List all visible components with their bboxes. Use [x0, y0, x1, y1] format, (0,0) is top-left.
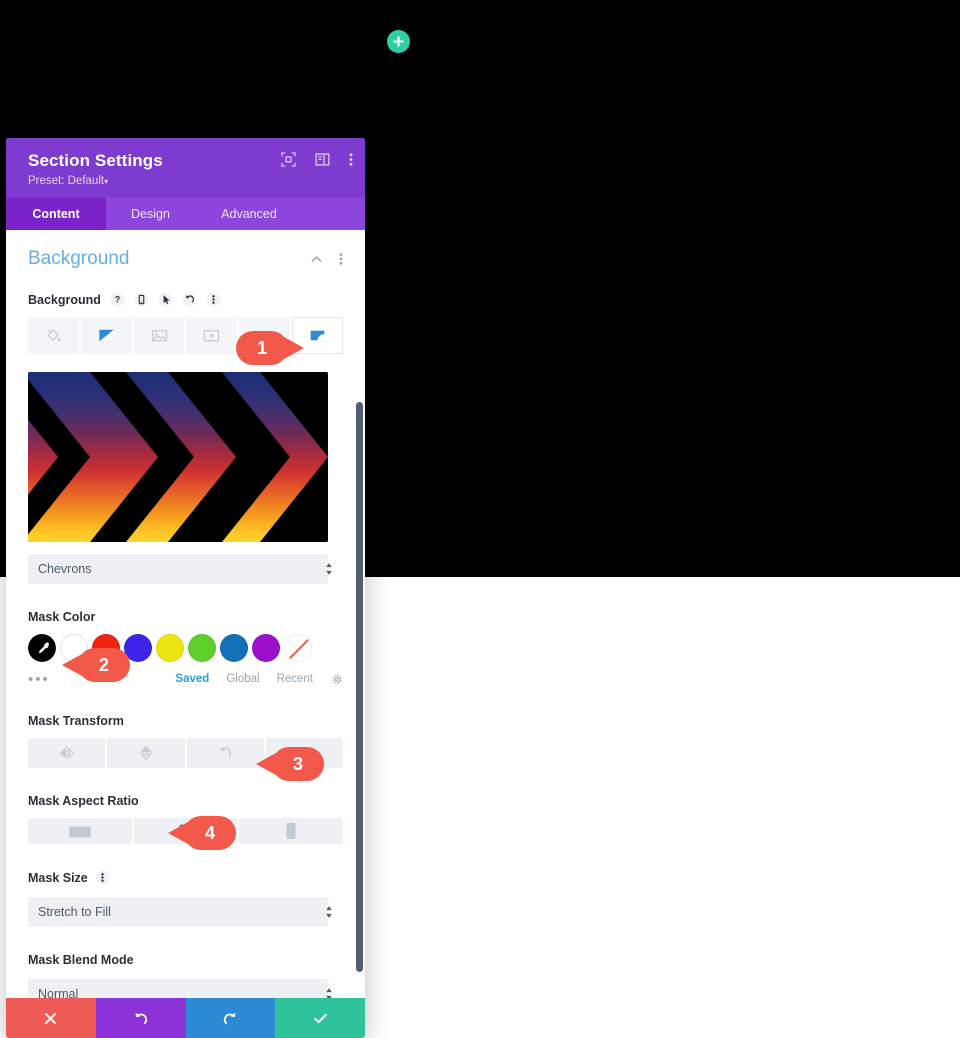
undo-icon	[135, 1011, 148, 1024]
mask-transform-flip-vertical-button[interactable]	[107, 738, 185, 768]
mask-transform-flip-horizontal-button[interactable]	[28, 738, 106, 768]
swatch-blue[interactable]	[220, 634, 248, 662]
chevron-up-icon[interactable]	[310, 253, 323, 266]
mask-color-swatches	[26, 632, 343, 664]
color-link-global[interactable]: Global	[226, 673, 259, 685]
aspect-ratio-square-button[interactable]	[133, 818, 238, 844]
check-icon	[313, 1013, 327, 1023]
reset-icon[interactable]	[182, 292, 197, 307]
aspect-ratio-portrait-button[interactable]	[239, 818, 344, 844]
bg-type-image-button[interactable]	[133, 317, 185, 354]
background-section-title: Background	[28, 248, 130, 269]
redo-icon	[223, 1011, 236, 1024]
bg-type-mask-button[interactable]	[292, 317, 343, 354]
color-link-recent[interactable]: Recent	[277, 673, 313, 685]
mask-pattern-select-wrap: Chevrons	[28, 554, 343, 584]
panel-tabs: Content Design Advanced	[6, 198, 365, 230]
preset-label: Preset: Default	[28, 175, 105, 187]
mask-size-label-text: Mask Size	[28, 870, 88, 885]
mask-color-label-text: Mask Color	[28, 610, 96, 624]
swatch-custom-color[interactable]	[26, 632, 58, 664]
mask-blend-mode-label-text: Mask Blend Mode	[28, 953, 134, 967]
mask-blend-mode-label: Mask Blend Mode	[28, 953, 343, 967]
landscape-icon	[68, 826, 91, 838]
bg-type-video-button[interactable]	[186, 317, 238, 354]
add-section-button[interactable]	[387, 30, 410, 53]
mask-color-sub-row: ••• Saved Global Recent	[28, 670, 343, 688]
mask-color-label: Mask Color	[28, 610, 343, 624]
device-icon[interactable]	[134, 292, 149, 307]
mask-blend-mode-select[interactable]: Normal	[28, 979, 328, 998]
cursor-icon[interactable]	[158, 292, 173, 307]
tab-advanced[interactable]: Advanced	[195, 198, 303, 230]
layout-toggle-icon[interactable]	[315, 152, 330, 167]
more-options-icon[interactable]	[349, 152, 353, 167]
panel-scrollbar[interactable]	[356, 402, 363, 972]
mask-transform-label: Mask Transform	[28, 714, 343, 728]
swatch-purple[interactable]	[252, 634, 280, 662]
swatch-yellow[interactable]	[156, 634, 184, 662]
mask-size-label: Mask Size	[28, 870, 343, 885]
panel-scroll-content: Background Background ? Chevrons Mask Co…	[6, 230, 365, 998]
background-type-buttons	[28, 317, 343, 354]
background-section-header[interactable]: Background	[28, 248, 343, 270]
panel-header: Section Settings Preset: Default▾	[6, 138, 365, 198]
field-more-options-icon[interactable]	[206, 292, 221, 307]
square-icon	[179, 824, 192, 838]
preset-caret-icon: ▾	[104, 177, 109, 186]
help-icon[interactable]: ?	[110, 292, 125, 307]
swatch-blue-violet[interactable]	[124, 634, 152, 662]
swatch-red[interactable]	[92, 634, 120, 662]
panel-header-icons	[281, 152, 353, 167]
mask-transform-label-text: Mask Transform	[28, 714, 124, 728]
mask-blend-mode-select-wrap: Normal	[28, 979, 343, 998]
mask-size-select-wrap: Stretch to Fill	[28, 897, 343, 927]
swatch-green[interactable]	[188, 634, 216, 662]
preview-chevron-overlay	[28, 372, 328, 542]
background-field-label: Background	[28, 292, 101, 307]
tab-design[interactable]: Design	[106, 198, 195, 230]
swatch-white[interactable]	[60, 634, 88, 662]
swatch-more-dots[interactable]: •••	[28, 671, 175, 688]
color-link-saved[interactable]: Saved	[175, 673, 209, 685]
bg-type-pattern-button[interactable]	[239, 317, 291, 354]
bg-type-gradient-button[interactable]	[80, 317, 132, 354]
mask-size-more-options-icon[interactable]	[95, 870, 110, 885]
bg-type-color-button[interactable]	[28, 317, 79, 354]
expand-icon[interactable]	[281, 152, 296, 167]
gear-icon[interactable]	[330, 673, 343, 686]
swatch-transparent[interactable]	[284, 634, 312, 662]
mask-transform-rotate-button[interactable]	[186, 738, 264, 768]
mask-preview-thumbnail	[28, 372, 328, 542]
svg-text:?: ?	[115, 295, 120, 305]
panel-action-bar	[6, 998, 365, 1038]
mask-transform-invert-button[interactable]	[265, 738, 343, 768]
plus-icon	[393, 36, 404, 47]
aspect-ratio-landscape-button[interactable]	[28, 818, 132, 844]
panel-body: Background Background ? Chevrons Mask Co…	[6, 230, 365, 998]
close-icon	[45, 1012, 57, 1024]
panel-preset[interactable]: Preset: Default▾	[28, 175, 349, 187]
mask-transform-buttons	[28, 738, 343, 768]
section-settings-panel: Section Settings Preset: Default▾ Conten…	[6, 138, 365, 1038]
eyedropper-icon	[38, 641, 49, 653]
cancel-button[interactable]	[6, 998, 96, 1038]
section-more-options-icon[interactable]	[339, 252, 343, 266]
background-field-label-row: Background ?	[28, 292, 343, 307]
tab-content[interactable]: Content	[6, 198, 106, 230]
mask-aspect-ratio-buttons	[28, 818, 344, 844]
mask-size-select[interactable]: Stretch to Fill	[28, 897, 328, 927]
mask-pattern-select[interactable]: Chevrons	[28, 554, 328, 584]
redo-button[interactable]	[185, 998, 276, 1038]
mask-aspect-ratio-label-text: Mask Aspect Ratio	[28, 794, 139, 808]
save-button[interactable]	[275, 998, 365, 1038]
mask-aspect-ratio-label: Mask Aspect Ratio	[28, 794, 343, 808]
color-source-links: Saved Global Recent	[175, 673, 343, 686]
portrait-icon	[286, 823, 296, 839]
screenshot-root: Section Settings Preset: Default▾ Conten…	[0, 0, 960, 1038]
undo-button[interactable]	[95, 998, 186, 1038]
